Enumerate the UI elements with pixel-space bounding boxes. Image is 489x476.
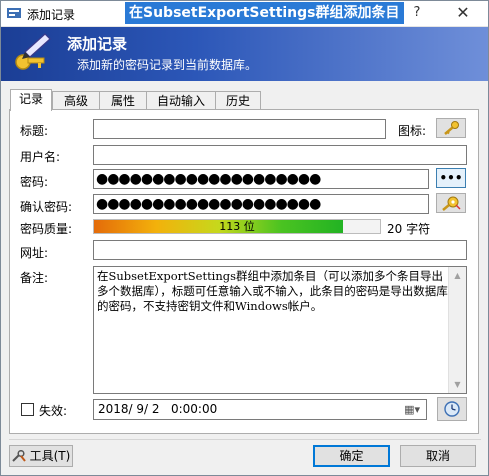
close-button[interactable]: ✕ xyxy=(441,2,485,24)
confirm-password-field[interactable]: ●●●●●●●●●●●●●●●●●●●● xyxy=(93,194,429,214)
tab-properties[interactable]: 属性 xyxy=(99,91,147,109)
url-label: 网址: xyxy=(20,246,49,260)
app-icon xyxy=(7,8,21,18)
clock-icon xyxy=(444,401,460,417)
banner-subtitle: 添加新的密码记录到当前数据库。 xyxy=(77,58,258,72)
help-button[interactable]: ? xyxy=(397,2,437,24)
footer-separator xyxy=(9,439,481,440)
expires-checkbox[interactable] xyxy=(21,403,34,416)
password-quality-bits: 113 位 xyxy=(219,220,255,233)
calendar-dropdown-icon[interactable]: ▦▾ xyxy=(404,403,420,416)
header-banner: 添加记录 添加新的密码记录到当前数据库。 xyxy=(1,27,488,81)
add-entry-dialog: 添加记录 在SubsetExportSettings群组添加条目 ? ✕ 添加记… xyxy=(0,0,489,476)
banner-title: 添加记录 xyxy=(67,35,128,53)
tools-button-label: 工具(T) xyxy=(29,449,71,463)
scroll-up-arrow-icon[interactable]: ▲ xyxy=(449,267,466,284)
expiry-presets-button[interactable] xyxy=(437,397,467,421)
notes-text: 在SubsetExportSettings群组中添加条目（可以添加多个条目导出多… xyxy=(97,269,448,313)
icon-picker-button[interactable] xyxy=(436,118,466,138)
password-quality-bar: 113 位 xyxy=(93,219,381,234)
confirm-password-label: 确认密码: xyxy=(20,200,73,214)
notes-scrollbar[interactable]: ▲ ▼ xyxy=(448,267,466,393)
expiry-datetime-value: 2018/ 9/ 2 0:00:00 xyxy=(98,402,218,416)
username-label: 用户名: xyxy=(20,150,61,164)
key-pen-icon xyxy=(15,33,51,70)
tools-button[interactable]: 工具(T) xyxy=(9,445,73,467)
expires-label: 失效: xyxy=(39,404,68,418)
tab-entry[interactable]: 记录 xyxy=(10,89,52,111)
username-field[interactable] xyxy=(93,145,467,165)
key-icon xyxy=(444,121,459,135)
icon-label: 图标: xyxy=(398,124,427,138)
notes-label: 备注: xyxy=(20,271,49,285)
cancel-button[interactable]: 取消 xyxy=(400,445,476,467)
url-field[interactable] xyxy=(93,240,467,260)
notes-field[interactable]: 在SubsetExportSettings群组中添加条目（可以添加多个条目导出多… xyxy=(93,266,467,394)
overlay-caption: 在SubsetExportSettings群组添加条目 xyxy=(125,2,404,24)
title-field[interactable] xyxy=(93,119,386,139)
ok-button[interactable]: 确定 xyxy=(313,445,390,467)
toggle-password-visibility-button[interactable]: ••• xyxy=(436,168,466,188)
title-bar: 添加记录 在SubsetExportSettings群组添加条目 ? ✕ xyxy=(1,1,488,27)
window-title: 添加记录 xyxy=(27,8,76,22)
password-length-text: 20 字符 xyxy=(387,222,431,236)
title-label: 标题: xyxy=(20,124,49,138)
expiry-datetime-picker[interactable]: 2018/ 9/ 2 0:00:00 ▦▾ xyxy=(93,399,427,420)
tools-icon xyxy=(12,449,26,462)
tab-history[interactable]: 历史 xyxy=(215,91,261,109)
password-generator-button[interactable] xyxy=(436,193,466,213)
scroll-down-arrow-icon[interactable]: ▼ xyxy=(449,376,466,393)
password-generator-icon xyxy=(442,196,461,211)
password-label: 密码: xyxy=(20,175,49,189)
tab-advanced[interactable]: 高级 xyxy=(52,91,100,109)
password-field[interactable]: ●●●●●●●●●●●●●●●●●●●● xyxy=(93,169,429,189)
quality-label: 密码质量: xyxy=(20,222,73,236)
tab-auto-type[interactable]: 自动输入 xyxy=(146,91,216,109)
